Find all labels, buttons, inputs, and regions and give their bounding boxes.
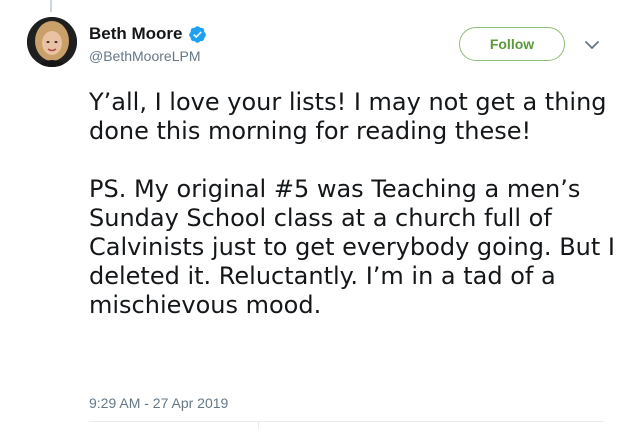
user-handle[interactable]: @BethMooreLPM	[89, 48, 207, 64]
follow-button[interactable]: Follow	[459, 27, 565, 61]
tweet-paragraph: Y’all, I love your lists! I may not get …	[89, 88, 607, 145]
avatar-image	[27, 17, 77, 67]
verified-badge-icon	[188, 25, 207, 44]
author-info: Beth Moore @BethMooreLPM	[89, 24, 207, 64]
divider	[89, 421, 604, 422]
tweet-text: Y’all, I love your lists! I may not get …	[89, 88, 619, 320]
display-name[interactable]: Beth Moore	[89, 24, 183, 44]
chevron-down-icon[interactable]	[583, 38, 601, 50]
tweet-card: Beth Moore @BethMooreLPM Follow Y’all, I…	[0, 0, 640, 429]
tweet-paragraph: PS. My original #5 was Teaching a men’s …	[89, 175, 615, 319]
avatar[interactable]	[27, 17, 77, 67]
tweet-timestamp[interactable]: 9:29 AM - 27 Apr 2019	[89, 395, 228, 411]
divider-tick	[258, 421, 259, 429]
